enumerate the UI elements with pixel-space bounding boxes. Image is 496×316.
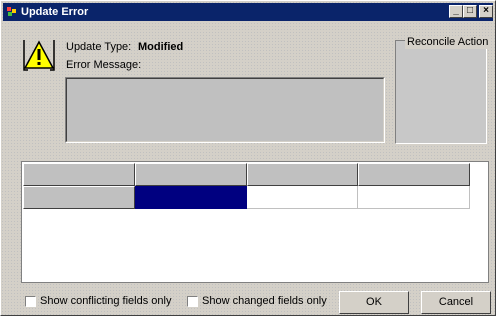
update-type-label: Update Type: xyxy=(66,41,132,53)
cancel-button[interactable]: Cancel xyxy=(421,291,491,314)
grid-cell[interactable] xyxy=(247,186,358,209)
close-icon: × xyxy=(483,5,489,16)
error-message-text xyxy=(66,78,384,142)
reconcile-action-group xyxy=(395,40,487,144)
show-conflicting-checkbox[interactable] xyxy=(25,296,36,307)
grid-cell[interactable] xyxy=(358,186,470,209)
title-bar[interactable]: Update Error _ □ × xyxy=(3,3,493,21)
ok-button[interactable]: OK xyxy=(339,291,409,314)
minimize-button[interactable]: _ xyxy=(449,5,463,18)
warning-icon xyxy=(23,40,55,71)
grid-column-header[interactable] xyxy=(247,163,358,186)
grid-column-header[interactable] xyxy=(358,163,470,186)
show-changed-label: Show changed fields only xyxy=(202,295,327,307)
error-message-label: Error Message: xyxy=(66,59,142,71)
show-conflicting-label: Show conflicting fields only xyxy=(40,295,172,307)
grid-column-header[interactable] xyxy=(135,163,247,186)
maximize-icon: □ xyxy=(466,5,474,16)
grid-cell-selected[interactable] xyxy=(135,186,247,209)
minimize-icon: _ xyxy=(453,5,459,16)
show-changed-checkbox[interactable] xyxy=(187,296,198,307)
update-type-value: Modified xyxy=(138,41,184,53)
update-error-window: Update Error _ □ × Update Type: Modified… xyxy=(0,0,496,316)
maximize-button[interactable]: □ xyxy=(463,5,477,18)
error-message-box[interactable] xyxy=(65,77,385,143)
reconcile-action-title: Reconcile Action xyxy=(405,36,491,49)
field-grid[interactable] xyxy=(21,161,489,283)
app-icon xyxy=(7,7,16,16)
close-button[interactable]: × xyxy=(479,5,493,18)
window-title: Update Error xyxy=(21,6,89,18)
grid-row-header[interactable] xyxy=(23,186,135,209)
grid-corner-cell[interactable] xyxy=(23,163,135,186)
